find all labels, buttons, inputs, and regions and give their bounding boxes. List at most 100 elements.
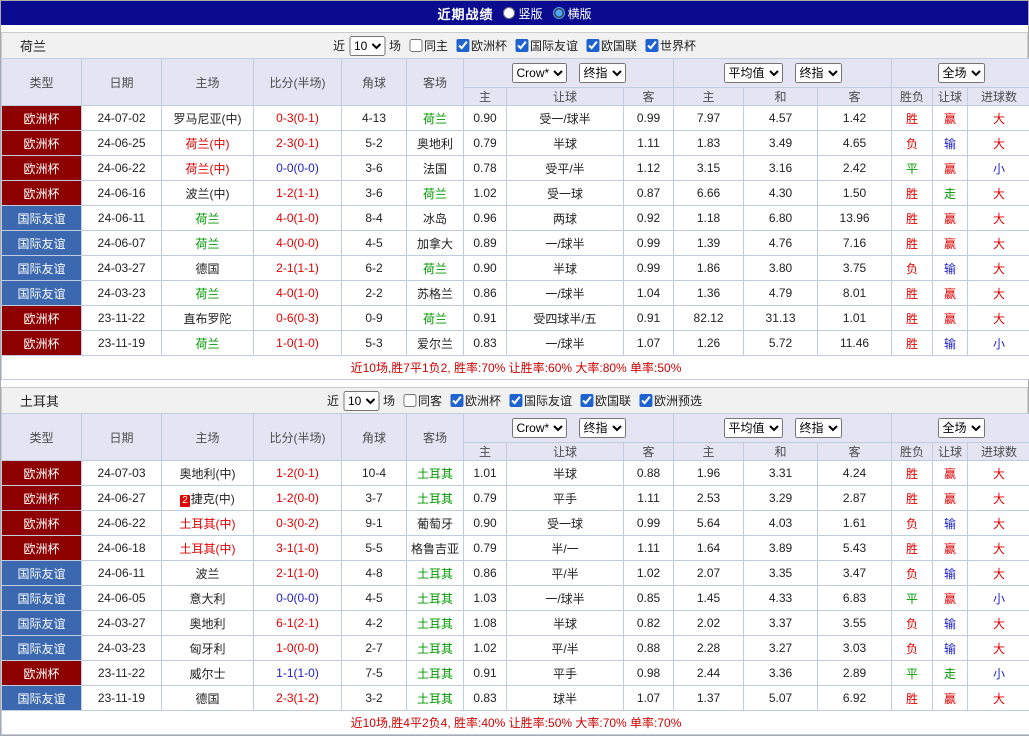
checkbox-icon[interactable] (455, 39, 469, 52)
score[interactable]: 1-0(1-0) (253, 330, 342, 356)
away-team[interactable]: 土耳其 (406, 560, 464, 586)
away-team[interactable]: 奥地利 (406, 130, 464, 156)
score[interactable]: 3-1(1-0) (253, 535, 342, 561)
away-team[interactable]: 荷兰 (406, 305, 464, 331)
checkbox-icon[interactable] (645, 39, 659, 52)
home-team[interactable]: 波兰(中) (161, 180, 254, 206)
competition-checkbox[interactable]: 欧国联 (582, 37, 637, 54)
checkbox-icon[interactable] (639, 394, 653, 407)
away-team[interactable]: 爱尔兰 (406, 330, 464, 356)
score[interactable]: 1-2(0-1) (253, 460, 342, 486)
checkbox-icon[interactable] (515, 39, 529, 52)
away-team[interactable]: 土耳其 (406, 585, 464, 611)
competition-type: 欧洲杯 (1, 180, 82, 206)
score[interactable]: 2-1(1-1) (253, 255, 342, 281)
score[interactable]: 1-2(1-1) (253, 180, 342, 206)
same-venue-checkbox[interactable]: 同客 (399, 392, 442, 409)
layout-radio-vertical[interactable]: 竖版 (503, 5, 543, 22)
competition-checkbox[interactable]: 欧国联 (576, 392, 631, 409)
col-header-score: 比分(半场) (253, 58, 342, 106)
home-team[interactable]: 波兰 (161, 560, 254, 586)
competition-checkbox[interactable]: 欧洲预选 (635, 392, 702, 409)
odds-stage-select[interactable]: 终指 (578, 63, 626, 83)
vertical-radio-icon[interactable] (503, 7, 516, 19)
match-count-select[interactable]: 10 (342, 390, 379, 411)
away-team[interactable]: 法国 (406, 155, 464, 181)
away-team[interactable]: 格鲁吉亚 (406, 535, 464, 561)
home-team[interactable]: 荷兰(中) (161, 155, 254, 181)
bookmaker-select[interactable]: Crow* (511, 63, 567, 83)
home-team[interactable]: 匈牙利 (161, 635, 254, 661)
score[interactable]: 1-1(1-0) (253, 660, 342, 686)
score[interactable]: 0-3(0-1) (253, 105, 342, 131)
competition-checkbox[interactable]: 国际友谊 (505, 392, 572, 409)
score[interactable]: 0-0(0-0) (253, 155, 342, 181)
avg-stage-select[interactable]: 终指 (794, 63, 842, 83)
home-team[interactable]: 荷兰 (161, 280, 254, 306)
checkbox-icon[interactable] (402, 394, 416, 407)
home-team[interactable]: 威尔士 (161, 660, 254, 686)
home-team[interactable]: 奥地利 (161, 610, 254, 636)
away-team[interactable]: 荷兰 (406, 255, 464, 281)
score[interactable]: 0-0(0-0) (253, 585, 342, 611)
competition-checkbox[interactable]: 国际友谊 (511, 37, 578, 54)
away-team[interactable]: 土耳其 (406, 460, 464, 486)
home-team[interactable]: 德国 (161, 685, 254, 711)
home-team[interactable]: 土耳其(中) (161, 535, 254, 561)
home-team[interactable]: 荷兰 (161, 205, 254, 231)
away-team[interactable]: 葡萄牙 (406, 510, 464, 536)
home-team[interactable]: 荷兰 (161, 230, 254, 256)
home-team[interactable]: 直布罗陀 (161, 305, 254, 331)
score[interactable]: 4-0(1-0) (253, 205, 342, 231)
same-venue-checkbox[interactable]: 同主 (405, 37, 448, 54)
checkbox-icon[interactable] (449, 394, 463, 407)
scope-select[interactable]: 全场 (937, 63, 985, 83)
home-team[interactable]: 荷兰 (161, 330, 254, 356)
avg-select[interactable]: 平均值 (723, 418, 783, 438)
competition-checkbox[interactable]: 世界杯 (641, 37, 696, 54)
home-team[interactable]: 罗马尼亚(中) (161, 105, 254, 131)
scope-select[interactable]: 全场 (937, 418, 985, 438)
bookmaker-select[interactable]: Crow* (511, 418, 567, 438)
away-team[interactable]: 土耳其 (406, 685, 464, 711)
away-team[interactable]: 土耳其 (406, 485, 464, 511)
layout-radio-horizontal[interactable]: 横版 (552, 5, 592, 22)
checkbox-icon[interactable] (580, 394, 594, 407)
away-team[interactable]: 冰岛 (406, 205, 464, 231)
avg-select[interactable]: 平均值 (723, 63, 783, 83)
home-team[interactable]: 土耳其(中) (161, 510, 254, 536)
away-team[interactable]: 荷兰 (406, 105, 464, 131)
checkbox-icon[interactable] (586, 39, 600, 52)
avg-stage-select[interactable]: 终指 (794, 418, 842, 438)
home-team[interactable]: 奥地利(中) (161, 460, 254, 486)
away-team[interactable]: 苏格兰 (406, 280, 464, 306)
home-team[interactable]: 德国 (161, 255, 254, 281)
score[interactable]: 1-0(0-0) (253, 635, 342, 661)
score[interactable]: 0-6(0-3) (253, 305, 342, 331)
away-team[interactable]: 荷兰 (406, 180, 464, 206)
competition-checkbox[interactable]: 欧洲杯 (452, 37, 507, 54)
result-handicap: 输 (932, 635, 969, 661)
score[interactable]: 4-0(1-0) (253, 280, 342, 306)
match-count-select[interactable]: 10 (348, 35, 385, 56)
horizontal-radio-icon[interactable] (552, 7, 565, 19)
competition-checkbox[interactable]: 欧洲杯 (446, 392, 501, 409)
checkbox-icon[interactable] (408, 39, 422, 52)
handicap-odds-away: 1.11 (622, 485, 675, 511)
score[interactable]: 4-0(0-0) (253, 230, 342, 256)
away-team[interactable]: 土耳其 (406, 635, 464, 661)
score[interactable]: 2-3(0-1) (253, 130, 342, 156)
home-team[interactable]: 2 捷克(中) (161, 485, 254, 511)
score[interactable]: 2-3(1-2) (253, 685, 342, 711)
odds-stage-select[interactable]: 终指 (578, 418, 626, 438)
home-team[interactable]: 荷兰(中) (161, 130, 254, 156)
away-team[interactable]: 土耳其 (406, 660, 464, 686)
score[interactable]: 1-2(0-0) (253, 485, 342, 511)
score[interactable]: 2-1(1-0) (253, 560, 342, 586)
score[interactable]: 0-3(0-2) (253, 510, 342, 536)
home-team[interactable]: 意大利 (161, 585, 254, 611)
away-team[interactable]: 加拿大 (406, 230, 464, 256)
score[interactable]: 6-1(2-1) (253, 610, 342, 636)
away-team[interactable]: 土耳其 (406, 610, 464, 636)
checkbox-icon[interactable] (509, 394, 523, 407)
